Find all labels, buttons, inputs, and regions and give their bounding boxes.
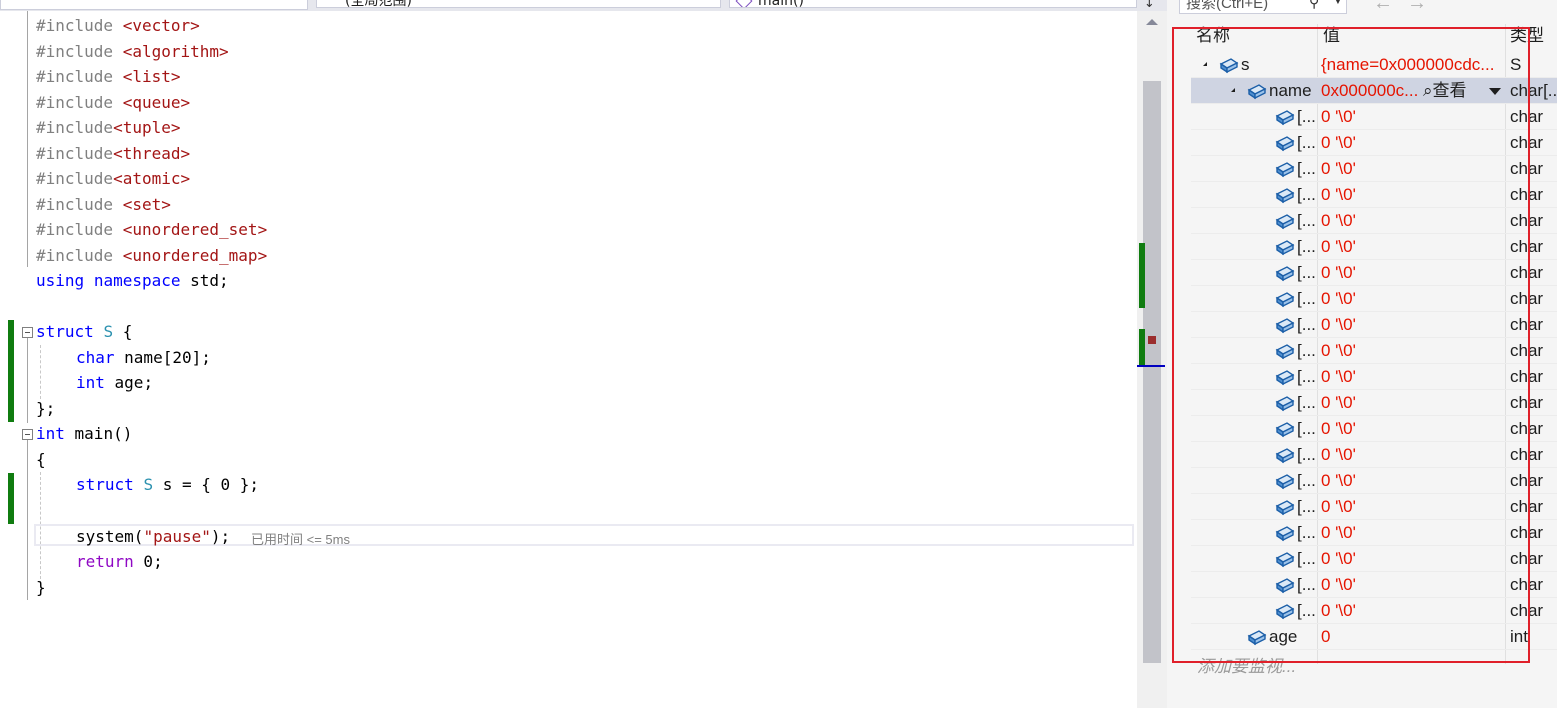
code-line-6: #include<thread> <box>36 144 191 163</box>
scope-label: (全局范围) <box>345 0 412 8</box>
fold-line-main <box>27 440 28 600</box>
fold-line-includes <box>27 11 28 267</box>
arrow-right-icon[interactable]: → <box>1407 0 1427 15</box>
fold-line-struct <box>27 338 28 423</box>
function-label: main() <box>758 0 804 8</box>
project-dropdown[interactable] <box>0 0 308 10</box>
editor-navigation-bar: (全局范围) main() ↧ <box>0 0 1167 11</box>
perf-tip[interactable]: 已用时间 <= 5ms <box>251 529 350 548</box>
code-line-close-brace: } <box>36 578 46 597</box>
code-line-3: #include <list> <box>36 67 181 86</box>
code-line-9: #include <unordered_set> <box>36 220 268 239</box>
code-line-decl: struct S s = { 0 }; <box>76 475 260 494</box>
collapse-main-icon[interactable] <box>22 429 33 440</box>
editor-vertical-scrollbar[interactable] <box>1137 11 1167 708</box>
code-line-5: #include<tuple> <box>36 118 181 137</box>
overview-breakpoint-marker <box>1148 336 1156 344</box>
function-dropdown[interactable]: main() <box>729 0 1137 8</box>
search-dropdown-icon[interactable]: ▼ <box>1333 0 1343 7</box>
code-line-1: #include <vector> <box>36 16 200 35</box>
code-line-2: #include <algorithm> <box>36 42 229 61</box>
highlight-annotation-box <box>1172 27 1530 663</box>
arrow-left-icon[interactable]: ← <box>1373 0 1393 15</box>
collapse-struct-icon[interactable] <box>22 327 33 338</box>
code-line-using: using namespace std; <box>36 271 229 290</box>
code-line-return: return 0; <box>76 552 163 571</box>
scrollbar-thumb[interactable] <box>1143 81 1161 663</box>
search-input[interactable]: 搜索(Ctrl+E) <box>1179 0 1347 14</box>
code-editor[interactable]: #include <vector> #include <algorithm> #… <box>0 11 1137 708</box>
code-line-struct: struct S { <box>36 322 133 341</box>
method-icon <box>735 0 753 7</box>
code-line-open-brace: { <box>36 450 46 469</box>
code-line-int-age: int age; <box>76 373 154 392</box>
code-line-4: #include <queue> <box>36 93 191 112</box>
scroll-up-icon[interactable] <box>1146 19 1158 25</box>
code-line-10: #include <unordered_map> <box>36 246 268 265</box>
code-line-main: int main() <box>36 424 133 443</box>
scope-dropdown[interactable]: (全局范围) <box>316 0 721 8</box>
search-icon[interactable]: ⚲ <box>1309 0 1319 11</box>
change-marker-struct <box>8 320 14 422</box>
overview-change-marker <box>1139 329 1145 365</box>
code-line-7: #include<atomic> <box>36 169 191 188</box>
code-line-char-name: char name[20]; <box>76 348 211 367</box>
code-line-8: #include <set> <box>36 195 171 214</box>
code-line-system: system("pause"); <box>76 527 231 546</box>
code-line-close-struct: }; <box>36 399 56 418</box>
indent-guide <box>40 345 41 399</box>
overview-change-marker <box>1139 243 1145 308</box>
change-marker-decl <box>8 473 14 524</box>
split-arrow-icon[interactable]: ↧ <box>1144 0 1155 11</box>
overview-caret-marker <box>1137 365 1165 367</box>
